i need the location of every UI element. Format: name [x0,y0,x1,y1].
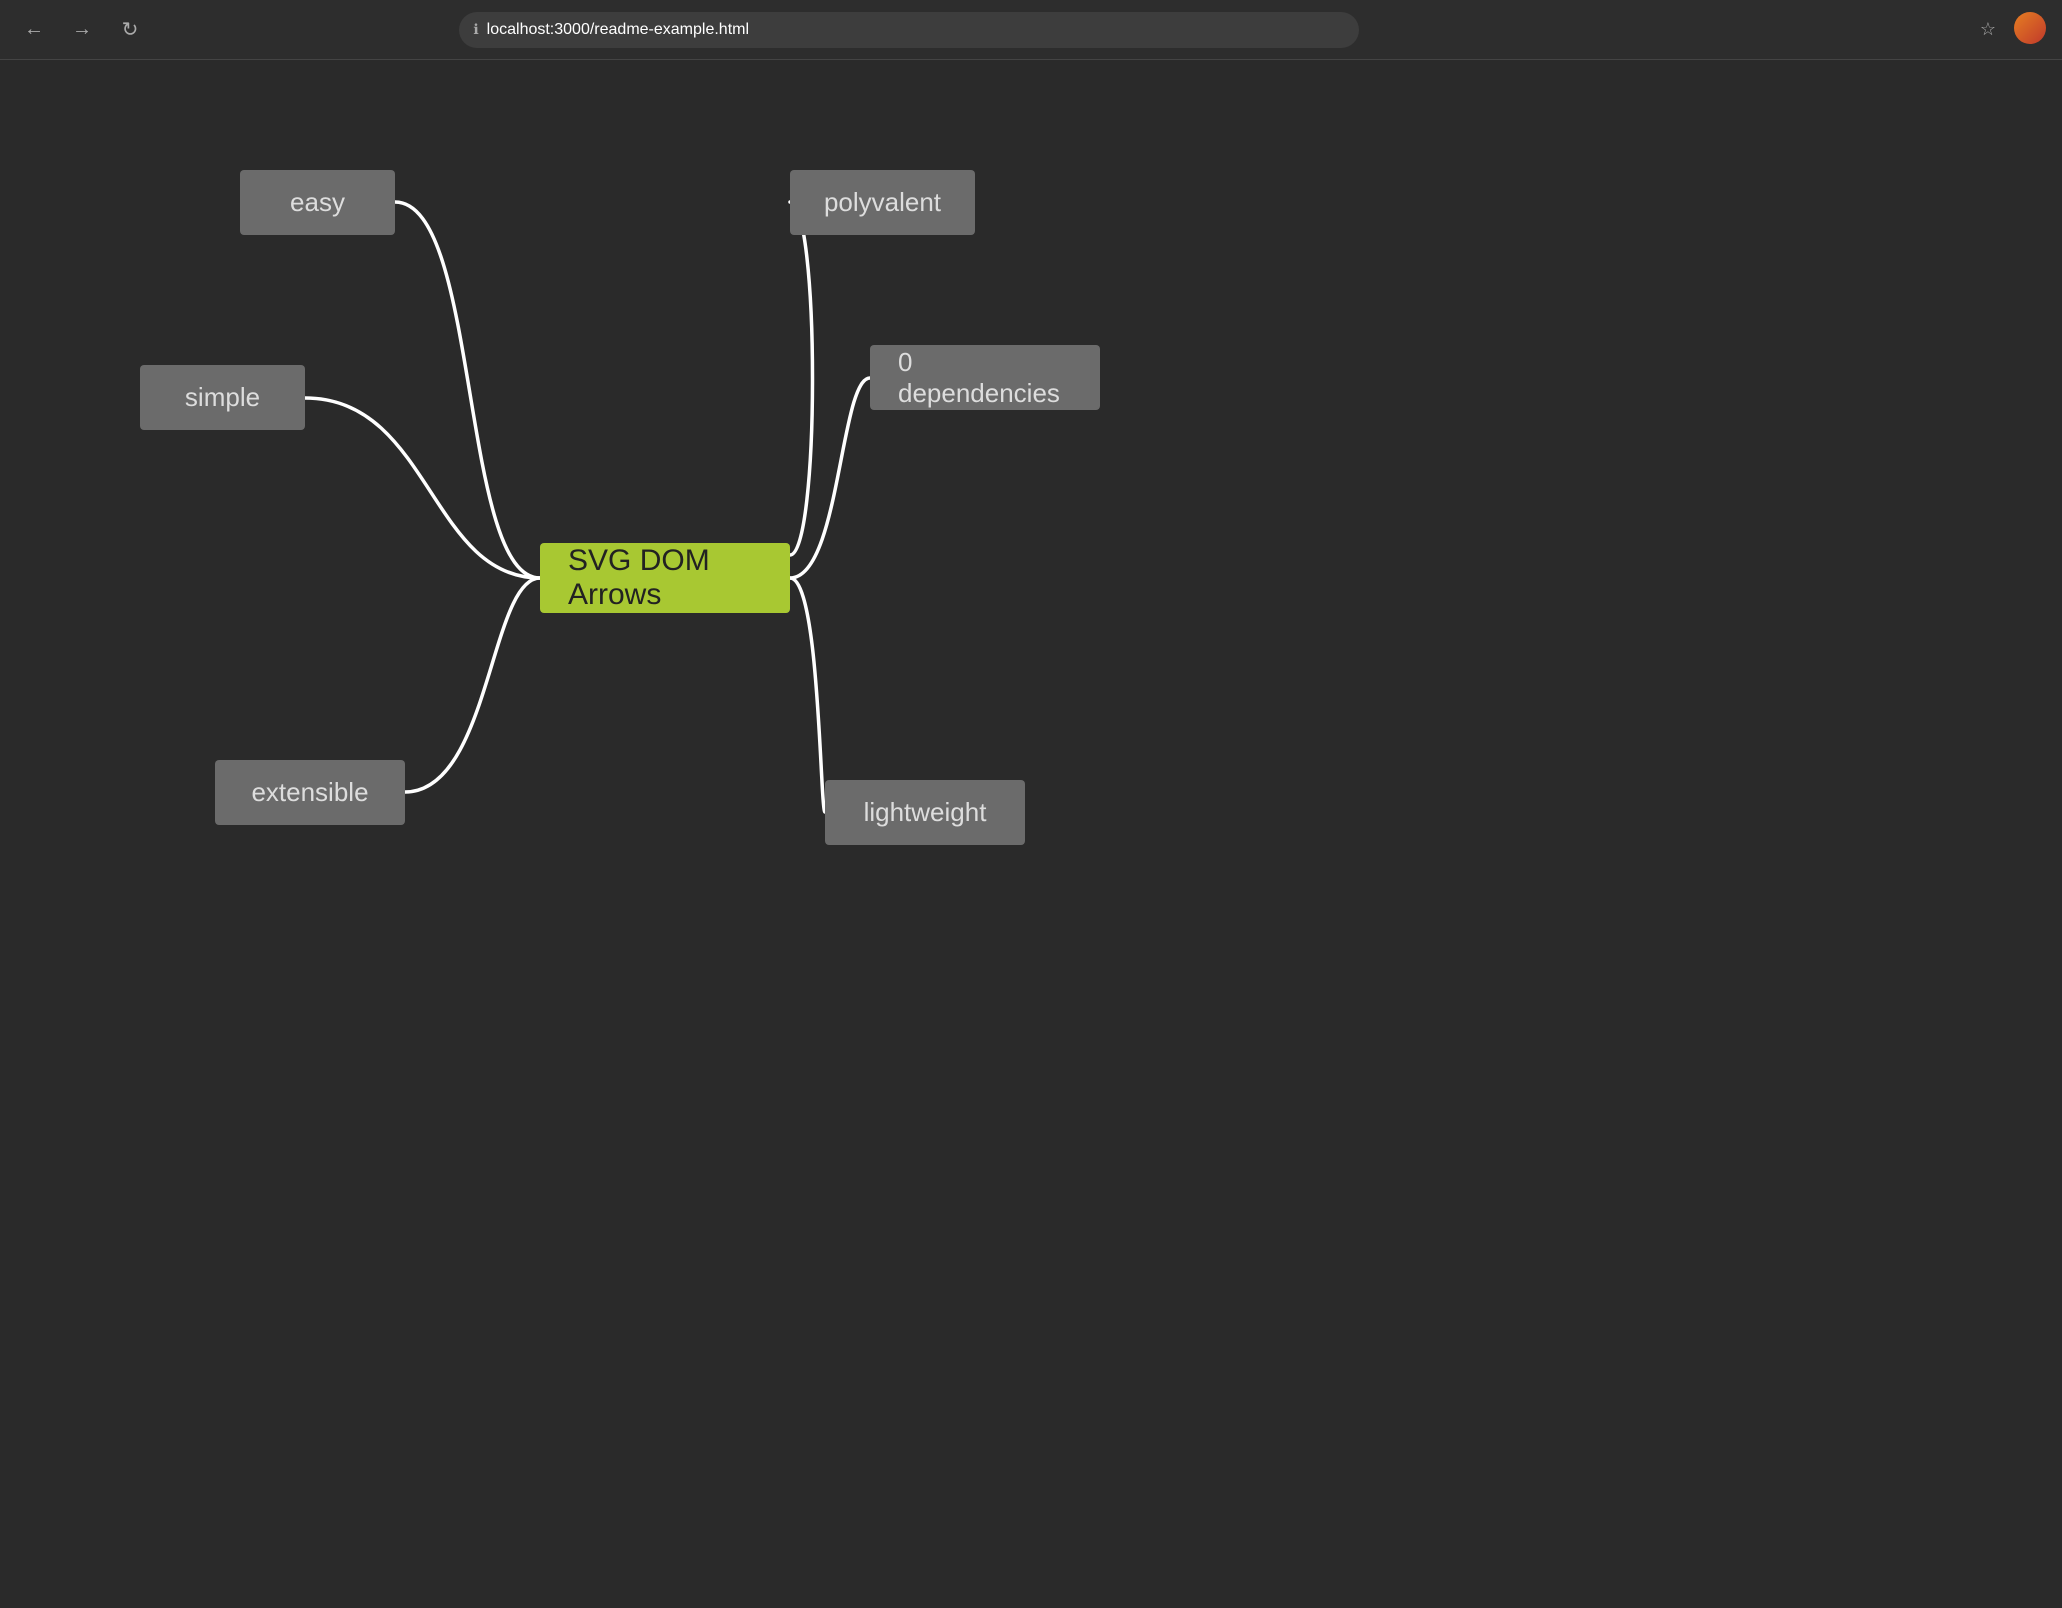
node-easy-label: easy [290,187,345,218]
center-node[interactable]: SVG DOM Arrows [540,543,790,613]
center-node-label: SVG DOM Arrows [568,544,762,612]
address-bar[interactable]: ℹ localhost:3000/readme-example.html [459,12,1359,48]
url-prefix: localhost: [487,21,555,38]
node-extensible[interactable]: extensible [215,760,405,825]
bookmark-icon[interactable]: ☆ [1970,12,2006,48]
back-button[interactable]: ← [16,12,52,48]
browser-actions: ☆ [1970,12,2046,48]
node-simple[interactable]: simple [140,365,305,430]
node-polyvalent-label: polyvalent [824,187,941,218]
security-icon: ℹ [473,21,478,38]
node-lightweight[interactable]: lightweight [825,780,1025,845]
node-0deps-label: 0 dependencies [898,347,1072,409]
browser-chrome: ← → ↻ ℹ localhost:3000/readme-example.ht… [0,0,2062,60]
node-extensible-label: extensible [251,777,368,808]
profile-avatar[interactable] [2014,12,2046,44]
arrows-svg [0,60,2062,1608]
node-0deps[interactable]: 0 dependencies [870,345,1100,410]
forward-button[interactable]: → [64,12,100,48]
node-easy[interactable]: easy [240,170,395,235]
url-path: 3000/readme-example.html [554,21,749,38]
reload-button[interactable]: ↻ [112,12,148,48]
node-simple-label: simple [185,382,260,413]
content-area: SVG DOM Arrows easy simple extensible po… [0,60,2062,1608]
node-lightweight-label: lightweight [864,797,987,828]
url-text: localhost:3000/readme-example.html [487,21,749,39]
node-polyvalent[interactable]: polyvalent [790,170,975,235]
